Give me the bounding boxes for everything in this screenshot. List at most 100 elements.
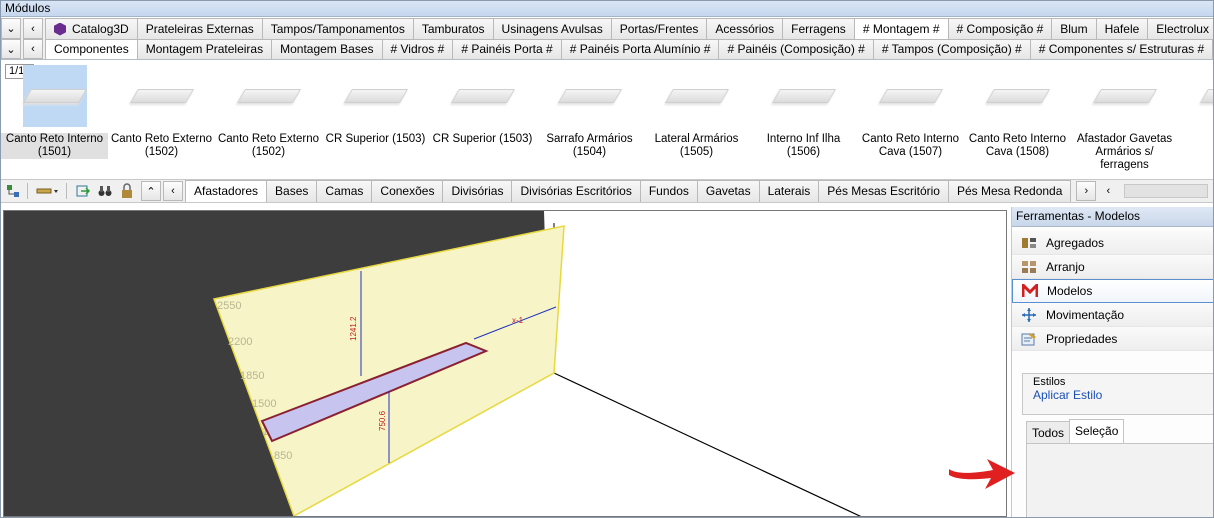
subtab-componentes-s-estruturas[interactable]: # Componentes s/ Estruturas #	[1029, 39, 1213, 59]
part-tab-gavetas[interactable]: Gavetas	[696, 180, 760, 202]
subtab-montagem-prateleiras[interactable]: Montagem Prateleiras	[136, 39, 273, 59]
subtab-montagem-bases[interactable]: Montagem Bases	[271, 39, 383, 59]
component-thumbnail[interactable]: CR Superior (1503)	[429, 65, 536, 161]
toolbar-scroll-right-button[interactable]: ›	[1076, 181, 1097, 201]
component-thumbnail[interactable]: Canto Reto Interno (1501)	[1, 65, 108, 161]
subtab-componentes[interactable]: Componentes	[45, 39, 138, 59]
part-tab-afastadores[interactable]: Afastadores	[185, 180, 268, 202]
toolbar-collapse-button[interactable]: ⌃	[141, 181, 161, 201]
tab-acessorios[interactable]: Acessórios	[706, 18, 784, 39]
tab-tamburatos[interactable]: Tamburatos	[412, 18, 494, 39]
tab-tampos-tamponamentos[interactable]: Tampos/Tamponamentos	[261, 18, 414, 39]
part-tab-laterais[interactable]: Laterais	[758, 180, 820, 202]
part-tab-pes-mesas-escritorio[interactable]: Pés Mesas Escritório	[818, 180, 949, 202]
red-arrow-annotation	[949, 459, 1015, 489]
component-label: Canto Reto Externo (1502)	[108, 133, 215, 159]
export-icon[interactable]	[73, 181, 93, 201]
tools-panel-title: Ferramentas - Modelos	[1012, 207, 1213, 227]
row2-scroll-left-button[interactable]: ‹	[23, 39, 43, 59]
row1-dropdown-button[interactable]: ⌄	[1, 18, 21, 39]
binoculars-icon[interactable]	[95, 181, 115, 201]
component-label: TravArm	[1178, 133, 1213, 159]
panel-slab-icon	[664, 89, 729, 103]
component-preview-image	[1092, 65, 1157, 127]
subtab-vidros[interactable]: # Vidros #	[381, 39, 454, 59]
wall-level-label: 2200	[228, 336, 252, 348]
tools-panel: Ferramentas - Modelos Agregados Arranjo Mo…	[1011, 207, 1213, 517]
subtab-paineis-composicao[interactable]: # Painéis (Composição) #	[718, 39, 874, 59]
row1-scroll-left-button[interactable]: ‹	[23, 18, 43, 39]
horizontal-scroll-left-button[interactable]: ‹	[1098, 183, 1118, 199]
tool-label: Agregados	[1046, 235, 1105, 250]
component-thumbnail[interactable]: Canto Reto Interno Cava (1507)	[857, 65, 964, 161]
tab-montagem[interactable]: # Montagem #	[853, 18, 949, 39]
subtab-paineis-porta[interactable]: # Painéis Porta #	[452, 39, 562, 59]
tool-label: Propriedades	[1046, 331, 1118, 346]
part-tab-fundos[interactable]: Fundos	[639, 180, 698, 202]
component-thumbnail[interactable]: TravArm	[1178, 65, 1213, 161]
tab-composicao[interactable]: # Composição #	[947, 18, 1053, 39]
component-thumbnail[interactable]: Canto Reto Interno Cava (1508)	[964, 65, 1071, 161]
toolbar-scroll-left-button[interactable]: ‹	[163, 181, 183, 201]
component-preview-image	[236, 65, 301, 127]
tool-movimentacao[interactable]: Movimentação	[1012, 303, 1213, 327]
component-label: CR Superior (1503)	[322, 133, 429, 146]
panel-slab-icon	[343, 89, 408, 103]
ruler-dropdown-icon[interactable]	[34, 181, 62, 201]
part-tab-divisorias[interactable]: Divisórias	[442, 180, 513, 202]
tool-arranjo[interactable]: Arranjo	[1012, 255, 1213, 279]
component-label-line: Arm	[1179, 146, 1213, 159]
component-thumbnail[interactable]: Interno Inf Ilha (1506)	[750, 65, 857, 161]
subtab-selecao[interactable]: Seleção	[1069, 419, 1125, 443]
component-label-line: (1502)	[144, 146, 179, 158]
component-preview-image	[343, 65, 408, 127]
tab-ferragens[interactable]: Ferragens	[782, 18, 855, 39]
component-preview-image	[771, 65, 836, 127]
tree-icon[interactable]	[3, 181, 23, 201]
dimension-label: 1241.2	[349, 316, 358, 341]
tab-electrolux[interactable]: Electrolux	[1147, 18, 1213, 39]
catalog-tab-row: ⌄ ‹ Catalog3D Prateleiras Externas Tampos…	[1, 18, 1213, 39]
subtab-paineis-porta-aluminio[interactable]: # Painéis Porta Alumínio #	[560, 39, 720, 59]
wall-level-label: 1850	[240, 370, 264, 382]
part-tab-divisorias-escritorios[interactable]: Divisórias Escritórios	[511, 180, 641, 202]
part-tab-conexoes[interactable]: Conexões	[371, 180, 444, 202]
component-preview-image	[878, 65, 943, 127]
selection-tab-body	[1026, 443, 1213, 517]
tool-propriedades[interactable]: Propriedades	[1012, 327, 1213, 351]
dimension-label: 750.6	[378, 410, 387, 431]
part-tab-camas[interactable]: Camas	[316, 180, 373, 202]
styles-caption: Estilos	[1033, 376, 1066, 388]
modules-window: Módulos ⌄ ‹ Catalog3D Prateleiras Extern…	[0, 0, 1214, 518]
component-label-line: Cava (1508)	[985, 146, 1050, 158]
tab-catalog3d[interactable]: Catalog3D	[45, 18, 138, 39]
part-tab-bases[interactable]: Bases	[266, 180, 318, 202]
component-label-line: (1502)	[251, 146, 286, 158]
agregados-icon	[1020, 235, 1038, 251]
horizontal-scrollbar[interactable]	[1124, 184, 1209, 198]
tab-hafele[interactable]: Hafele	[1095, 18, 1149, 39]
component-thumbnail[interactable]: Canto Reto Externo (1502)	[215, 65, 322, 161]
row2-dropdown-button[interactable]: ⌄	[1, 39, 21, 59]
3d-scene: 2550 2200 1850 1500 1150 850 1241.2 750.…	[212, 211, 1006, 516]
tab-blum[interactable]: Blum	[1051, 18, 1097, 39]
tab-label: Catalog3D	[72, 21, 129, 36]
tool-agregados[interactable]: Agregados	[1012, 231, 1213, 255]
tool-modelos[interactable]: Modelos	[1012, 279, 1213, 303]
component-thumbnail[interactable]: CR Superior (1503)	[322, 65, 429, 161]
component-label: Canto Reto Externo (1502)	[215, 133, 322, 159]
component-thumbnail[interactable]: Afastador Gavetas Armários s/ ferragens	[1071, 65, 1178, 171]
subtab-tampos-composicao[interactable]: # Tampos (Composição) #	[872, 39, 1031, 59]
tab-prateleiras-externas[interactable]: Prateleiras Externas	[136, 18, 263, 39]
subtab-todos[interactable]: Todos	[1026, 421, 1071, 443]
tab-usinagens-avulsas[interactable]: Usinagens Avulsas	[492, 18, 612, 39]
component-thumbnail[interactable]: Sarrafo Armários (1504)	[536, 65, 643, 161]
category-tab-row: ⌄ ‹ Componentes Montagem Prateleiras Monta…	[1, 39, 1213, 60]
lock-icon[interactable]	[117, 181, 137, 201]
3d-viewport[interactable]: 2550 2200 1850 1500 1150 850 1241.2 750.…	[3, 210, 1007, 517]
tab-portas-frentes[interactable]: Portas/Frentes	[610, 18, 708, 39]
apply-style-link[interactable]: Aplicar Estilo	[1033, 388, 1205, 402]
component-thumbnail[interactable]: Lateral Armários (1505)	[643, 65, 750, 161]
component-thumbnail[interactable]: Canto Reto Externo (1502)	[108, 65, 215, 161]
part-tab-pes-mesa-redonda[interactable]: Pés Mesa Redonda	[947, 180, 1072, 202]
